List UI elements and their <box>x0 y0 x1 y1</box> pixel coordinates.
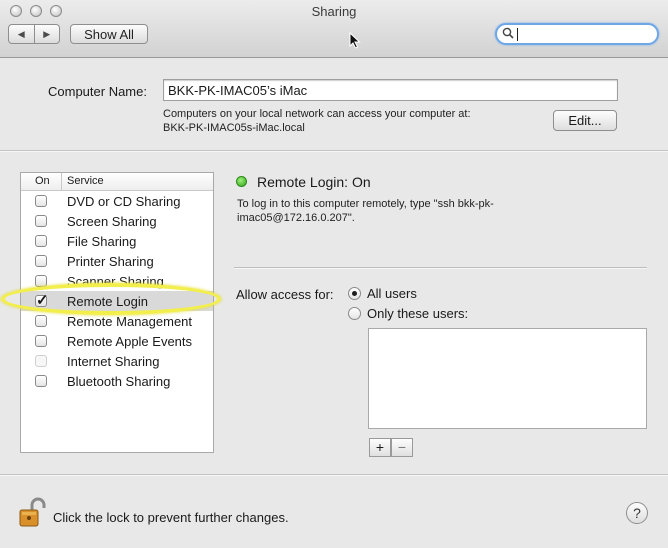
status-indicator-icon <box>236 176 247 187</box>
remote-login-instructions: To log in to this computer remotely, typ… <box>237 197 537 225</box>
all-users-label[interactable]: All users <box>367 286 417 301</box>
back-forward-control: ◀ ▶ <box>8 24 60 44</box>
lock-message: Click the lock to prevent further change… <box>53 510 289 525</box>
service-row[interactable]: Printer Sharing <box>21 251 213 271</box>
help-button[interactable]: ? <box>626 502 648 524</box>
mouse-cursor-icon <box>349 31 361 52</box>
all-users-radio[interactable] <box>348 287 361 300</box>
service-checkbox[interactable] <box>35 235 47 247</box>
service-checkbox[interactable] <box>35 335 47 347</box>
only-these-users-radio[interactable] <box>348 307 361 320</box>
service-list-header: On Service <box>21 173 213 191</box>
instructions-line: imac05@172.16.0.207". <box>237 212 355 224</box>
network-address-info: Computers on your local network can acce… <box>163 107 471 135</box>
service-row[interactable]: Bluetooth Sharing <box>21 371 213 391</box>
instructions-line: To log in to this computer remotely, typ… <box>237 198 494 210</box>
service-row[interactable]: DVD or CD Sharing <box>21 191 213 211</box>
allow-access-label: Allow access for: <box>236 287 334 302</box>
remove-user-button[interactable]: − <box>391 438 413 457</box>
divider <box>0 474 668 476</box>
allowed-users-list[interactable] <box>368 328 647 429</box>
edit-button[interactable]: Edit... <box>553 110 617 131</box>
service-label: Remote Management <box>67 314 193 329</box>
column-header-on[interactable]: On <box>35 175 50 187</box>
service-checkbox[interactable] <box>35 355 47 367</box>
service-label: Printer Sharing <box>67 254 154 269</box>
service-label: DVD or CD Sharing <box>67 194 181 209</box>
highlight-annotation <box>1 283 221 315</box>
service-checkbox[interactable] <box>35 215 47 227</box>
service-label: Screen Sharing <box>67 214 157 229</box>
service-row[interactable]: Internet Sharing <box>21 351 213 371</box>
window-title: Sharing <box>311 4 357 19</box>
padlock-open-icon[interactable] <box>18 497 46 529</box>
service-checkbox[interactable] <box>35 315 47 327</box>
service-label: Bluetooth Sharing <box>67 374 171 389</box>
search-input[interactable] <box>495 23 659 45</box>
column-header-service[interactable]: Service <box>67 175 104 187</box>
only-these-users-label[interactable]: Only these users: <box>367 306 468 321</box>
add-user-button[interactable]: + <box>369 438 391 457</box>
service-row[interactable]: File Sharing <box>21 231 213 251</box>
service-checkbox[interactable] <box>35 195 47 207</box>
service-label: Remote Apple Events <box>67 334 193 349</box>
network-hostname: BKK-PK-IMAC05s-iMac.local <box>163 122 305 134</box>
service-status: Remote Login: On <box>257 174 371 190</box>
service-checkbox[interactable] <box>35 375 47 387</box>
magnifier-icon <box>502 27 514 42</box>
chevron-right-icon[interactable]: ▶ <box>35 29 60 40</box>
divider <box>234 267 647 269</box>
text-caret <box>517 28 518 41</box>
service-checkbox[interactable] <box>35 255 47 267</box>
network-info-text: Computers on your local network can acce… <box>163 108 471 120</box>
service-row[interactable]: Screen Sharing <box>21 211 213 231</box>
service-label: File Sharing <box>67 234 137 249</box>
service-label: Internet Sharing <box>67 354 160 369</box>
computer-name-label: Computer Name: <box>48 84 147 99</box>
show-all-button[interactable]: Show All <box>70 24 148 44</box>
service-row[interactable]: Remote Apple Events <box>21 331 213 351</box>
computer-name-field[interactable]: BKK-PK-IMAC05’s iMac <box>163 79 618 101</box>
chevron-left-icon[interactable]: ◀ <box>9 29 34 40</box>
divider <box>0 150 668 152</box>
